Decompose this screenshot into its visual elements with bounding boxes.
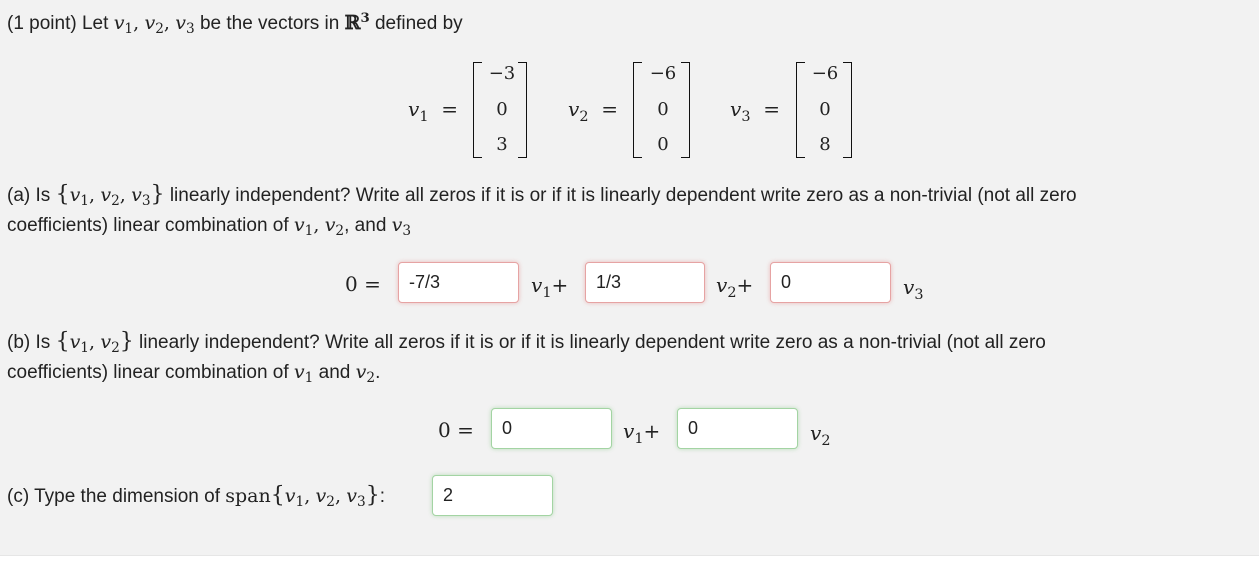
part-b-question-line2: coefficients) linear combination of v1 a… [7,361,381,387]
coefficient-v2-input[interactable] [585,262,705,303]
coefficient-v1-input[interactable] [398,262,519,303]
vector-v1-label: v1 = [408,97,458,125]
coefficient-b-v1-input[interactable] [491,408,612,449]
part-a-zero-equals: 0 = [345,272,381,296]
part-b-zero-equals: 0 = [438,418,474,442]
real-numbers-symbol: ℝ3 [344,10,370,34]
coefficient-v3-input[interactable] [770,262,891,303]
intro-line: (1 point) Let v1, v2, v3 be the vectors … [7,10,463,38]
matrix-entry: −6 [649,63,677,84]
part-a-question-line2: coefficients) linear combination of v1, … [7,214,412,240]
part-b-question: (b) Is {v1, v2} linearly independent? Wr… [7,329,1046,357]
term-v1-plus: v1+ [531,273,569,301]
matrix-entry: 0 [657,99,669,120]
dimension-input[interactable] [432,475,553,516]
points-label: (1 point) Let [7,13,109,34]
left-bracket [473,62,482,158]
matrix-entry: −6 [811,63,839,84]
right-bracket [843,62,852,158]
matrix-entry: 3 [496,134,508,155]
term-b-v1-plus: v1+ [623,419,661,447]
term-v2-plus: v2+ [716,273,754,301]
matrix-entry: 0 [496,99,508,120]
right-bracket [681,62,690,158]
vector-v2-label: v2 = [568,97,618,125]
part-c-question: (c) Type the dimension of span{v1, v2, v… [7,483,385,511]
matrix-entry: 0 [657,134,669,155]
problem-panel: (1 point) Let v1, v2, v3 be the vectors … [0,0,1259,556]
right-bracket [518,62,527,158]
coefficient-b-v2-input[interactable] [677,408,798,449]
matrix-entry: 8 [819,134,831,155]
term-v3: v3 [903,275,924,303]
left-bracket [796,62,805,158]
matrix-entry: −3 [488,63,516,84]
term-b-v2: v2 [810,421,831,449]
part-a-question: (a) Is {v1, v2, v3} linearly independent… [7,182,1077,210]
vector-v3-label: v3 = [730,97,780,125]
left-bracket [633,62,642,158]
matrix-entry: 0 [819,99,831,120]
